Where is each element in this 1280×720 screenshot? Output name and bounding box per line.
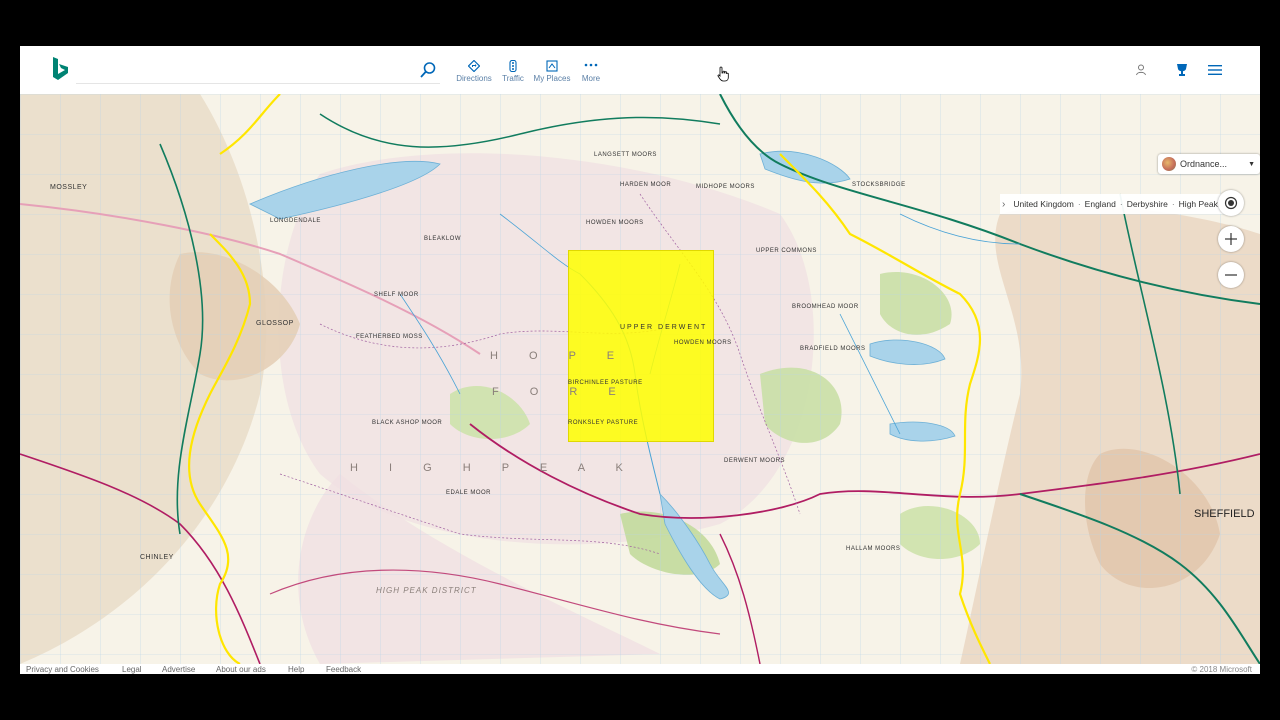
map-label-ronksley-pasture: RONKSLEY PASTURE <box>568 420 639 426</box>
breadcrumb-separator: · <box>1171 199 1175 209</box>
map-label-langsett-moors: LANGSETT MOORS <box>594 152 657 158</box>
account-icon[interactable] <box>1133 62 1149 78</box>
breadcrumb-item-region[interactable]: England <box>1085 199 1116 209</box>
footer-link-help[interactable]: Help <box>288 665 304 674</box>
map-label-howden-moors-2: HOWDEN MOORS <box>674 340 732 346</box>
map-label-featherbed-moss: FEATHERBED MOSS <box>356 334 423 340</box>
directions-label: Directions <box>456 74 492 83</box>
map-label-derwent-moors: DERWENT MOORS <box>724 458 785 464</box>
more-button[interactable]: More <box>571 60 611 86</box>
footer-link-about-ads[interactable]: About our ads <box>216 665 266 674</box>
map-style-label: Ordnance... <box>1180 159 1228 169</box>
directions-icon <box>468 60 480 72</box>
selected-area-highlight <box>568 250 714 442</box>
map-label-hallam-moors: HALLAM MOORS <box>846 546 901 552</box>
zoom-in-icon <box>1225 233 1237 245</box>
breadcrumb: › United Kingdom · England · Derbyshire … <box>1000 194 1224 214</box>
bing-logo-icon[interactable] <box>50 56 70 82</box>
map-label-chinley: CHINLEY <box>140 554 174 561</box>
map-label-longdendale: LONGDENDALE <box>270 218 321 224</box>
map-label-hope: H O P E <box>490 350 629 362</box>
more-icon <box>584 63 598 67</box>
map-label-stocksbridge: STOCKSBRIDGE <box>852 182 906 188</box>
rewards-icon[interactable] <box>1174 62 1190 78</box>
directions-button[interactable]: Directions <box>454 60 494 86</box>
zoom-out-icon <box>1225 274 1237 276</box>
hand-pointer-icon <box>717 66 729 82</box>
traffic-icon <box>509 60 517 72</box>
map-label-forest: F O R E <box>492 386 630 398</box>
map-label-high-peak-district: HIGH PEAK DISTRICT <box>376 586 477 595</box>
search-icon[interactable] <box>418 60 438 80</box>
breadcrumb-separator: · <box>1077 199 1081 209</box>
map-label-black-ashop-moor: BLACK ASHOP MOOR <box>372 420 443 426</box>
map-label-glossop: GLOSSOP <box>256 320 294 327</box>
search-input[interactable] <box>76 58 440 84</box>
breadcrumb-item-district[interactable]: High Peak <box>1179 199 1218 209</box>
map-label-bradfield-moors: BRADFIELD MOORS <box>800 346 866 352</box>
breadcrumb-item-county[interactable]: Derbyshire <box>1127 199 1168 209</box>
top-bar: Directions Traffic My Places More <box>20 46 1260 94</box>
map-label-shelf-moor: SHELF MOOR <box>374 292 419 298</box>
map-label-harden-moor: HARDEN MOOR <box>620 182 672 188</box>
footer: Privacy and Cookies Legal Advertise Abou… <box>20 664 1260 674</box>
map-label-howden-moors: HOWDEN MOORS <box>586 220 644 226</box>
copyright-text: © 2018 Microsoft <box>1191 665 1252 674</box>
zoom-out-button[interactable] <box>1218 262 1244 288</box>
my-places-icon <box>546 60 558 72</box>
map-canvas[interactable]: H O P E F O R E H I G H P E A K HIGH PEA… <box>20 94 1260 664</box>
breadcrumb-separator: · <box>1119 199 1123 209</box>
traffic-button[interactable]: Traffic <box>493 60 533 86</box>
map-style-selector[interactable]: Ordnance... ▼ <box>1158 154 1260 174</box>
map-label-upper-derwent: UPPER DERWENT <box>620 324 708 331</box>
chevron-right-icon[interactable]: › <box>1002 199 1005 210</box>
locate-me-icon <box>1224 196 1238 210</box>
locate-me-button[interactable] <box>1218 190 1244 216</box>
map-label-high-peak: H I G H P E A K <box>350 462 637 474</box>
zoom-in-button[interactable] <box>1218 226 1244 252</box>
my-places-label: My Places <box>533 74 571 83</box>
map-style-thumbnail <box>1162 157 1176 171</box>
footer-link-privacy[interactable]: Privacy and Cookies <box>26 665 99 674</box>
my-places-button[interactable]: My Places <box>532 60 572 86</box>
footer-link-legal[interactable]: Legal <box>122 665 142 674</box>
map-label-birchinlee-pasture: BIRCHINLEE PASTURE <box>568 380 643 386</box>
map-label-upper-commons: UPPER COMMONS <box>756 248 817 254</box>
map-label-edale-moor: EDALE MOOR <box>446 490 492 496</box>
browser-viewport: Directions Traffic My Places More H O P … <box>20 46 1260 674</box>
map-label-bleaklow: BLEAKLOW <box>424 236 462 242</box>
footer-link-advertise[interactable]: Advertise <box>162 665 195 674</box>
footer-link-feedback[interactable]: Feedback <box>326 665 361 674</box>
map-label-mossley: MOSSLEY <box>50 184 88 191</box>
breadcrumb-item-country[interactable]: United Kingdom <box>1013 199 1073 209</box>
map-label-sheffield: SHEFFIELD <box>1194 508 1255 520</box>
hamburger-menu-icon[interactable] <box>1207 62 1223 78</box>
map-label-midhope-moors: MIDHOPE MOORS <box>696 184 755 190</box>
more-label: More <box>581 74 601 83</box>
chevron-down-icon: ▼ <box>1248 160 1255 168</box>
traffic-label: Traffic <box>502 74 524 83</box>
map-label-broomhead-moor: BROOMHEAD MOOR <box>792 304 859 310</box>
